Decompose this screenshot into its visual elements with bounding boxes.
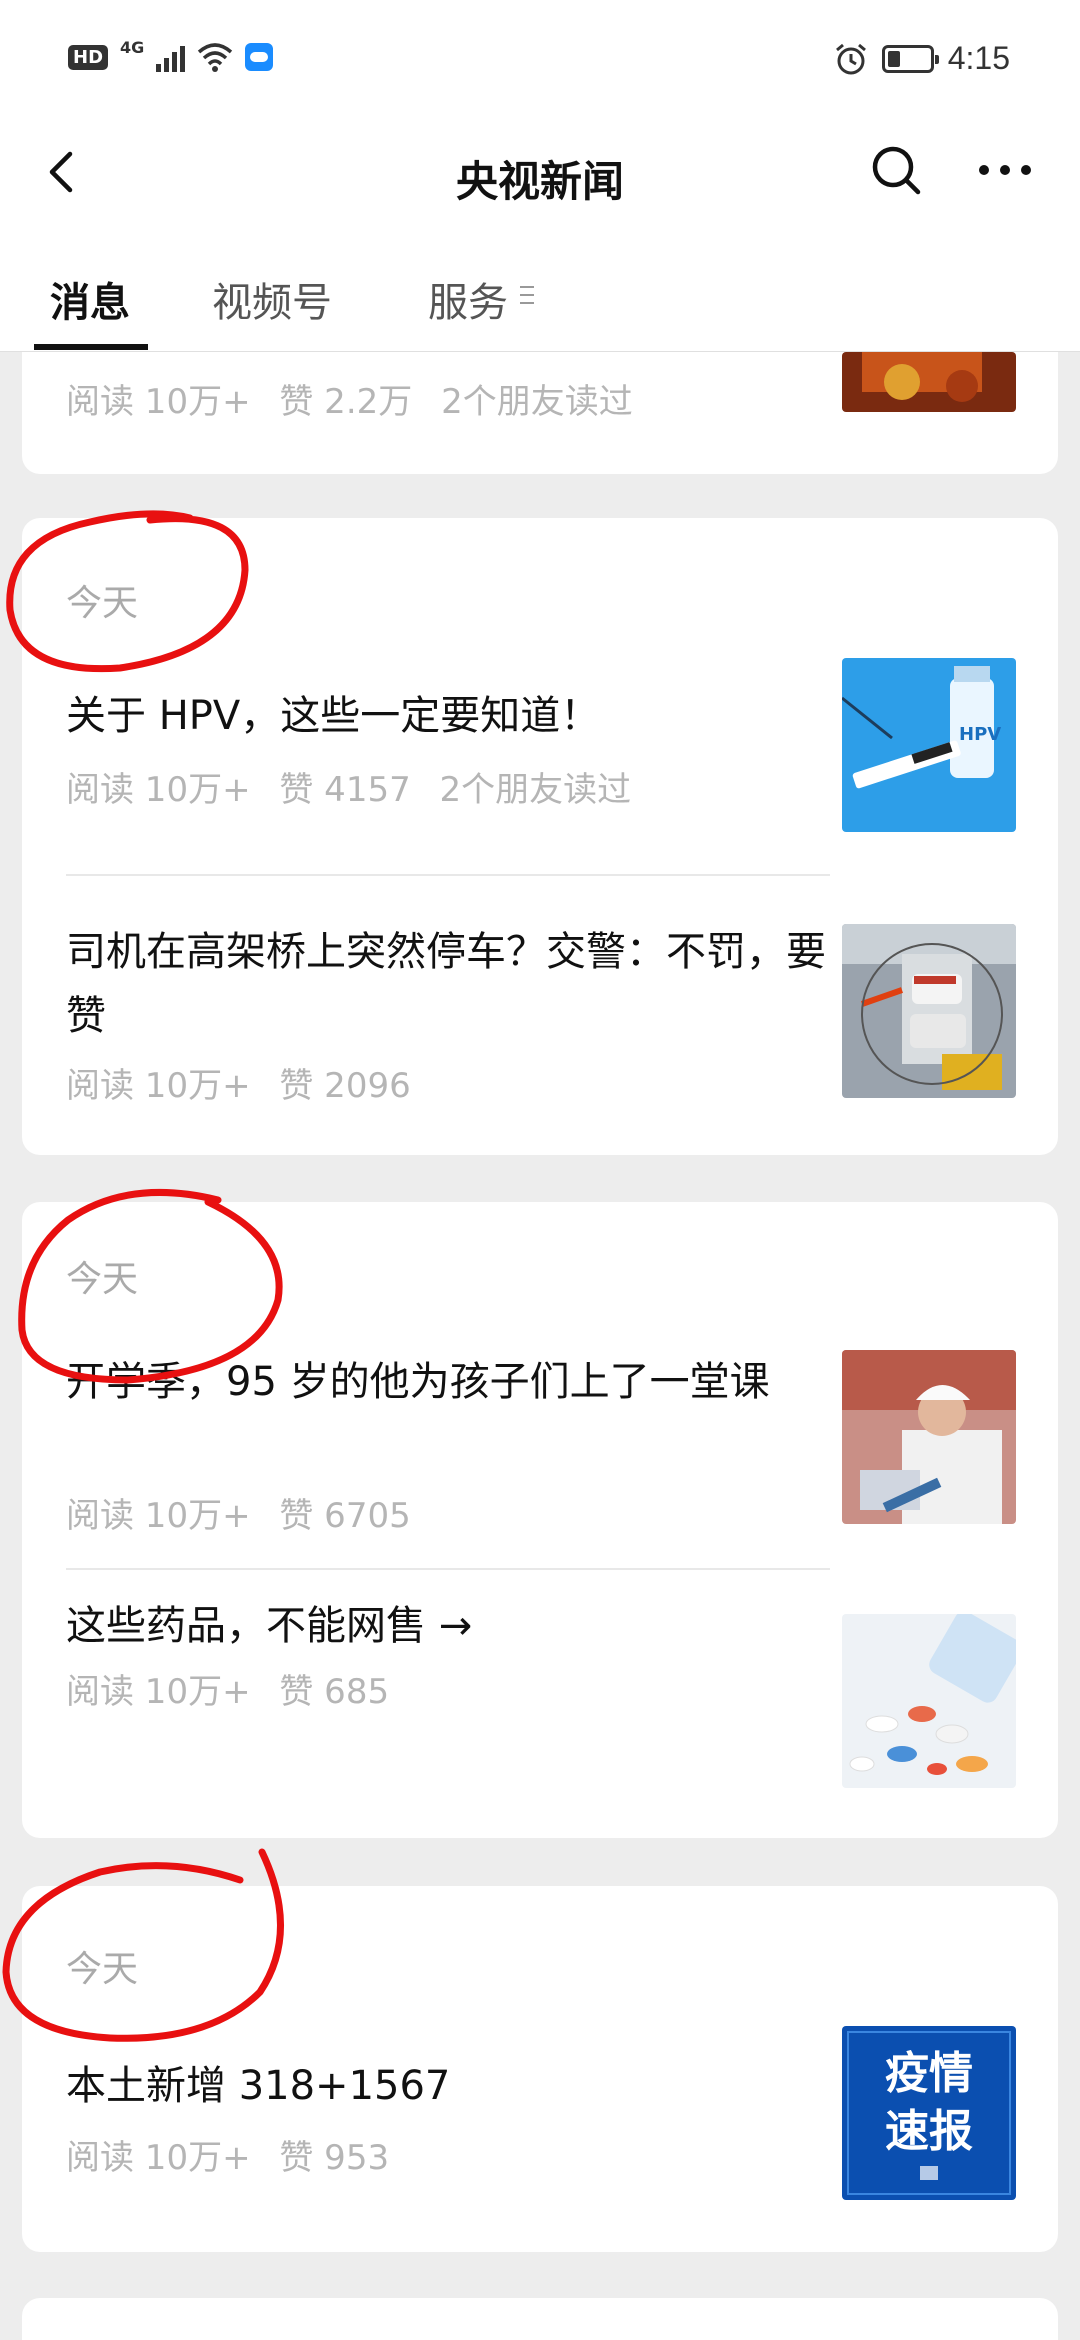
menu-lines-icon [520,286,534,304]
annotation-circle [6,510,249,673]
divider [66,1568,830,1570]
article-title[interactable]: 司机在高架桥上突然停车？交警：不罚，要赞 [66,920,826,1048]
thumb-label: 疫情 [885,2048,973,2099]
article-thumbnail-epidemic[interactable]: 疫情 速报 [842,2026,1016,2200]
like-count: 赞 4157 [279,770,411,810]
message-group-card-partial [22,2298,1058,2340]
clock-time: 4:15 [947,40,1010,76]
nav-bar: 央视新闻 [0,120,1080,230]
thumb-label: 速报 [885,2106,973,2157]
read-count: 阅读 10万+ [66,382,251,422]
read-count: 阅读 10万+ [66,2138,251,2178]
friends-read: 2个朋友读过 [441,382,633,422]
tab-channels[interactable]: 视频号 [212,270,332,328]
read-count: 阅读 10万+ [66,770,251,810]
divider [66,874,830,876]
wifi-icon [198,43,233,72]
status-bar: HD 4G 4:15 [0,0,1080,120]
network-type: 4G [120,37,145,57]
annotation-circle [18,1189,283,1384]
article-thumbnail-hpv[interactable]: HPV [842,658,1016,832]
read-count: 阅读 10万+ [66,1066,251,1106]
like-count: 赞 2.2万 [279,382,413,422]
active-tab-indicator [34,344,148,350]
article-thumbnail-teacher[interactable] [842,1350,1016,1524]
article-title[interactable]: 这些药品，不能网售 → [66,1594,826,1658]
battery-icon [881,44,939,73]
article-title[interactable]: 关于 HPV，这些一定要知道！ [66,684,826,748]
search-icon[interactable] [866,140,926,200]
signal-icon [156,42,186,72]
read-count: 阅读 10万+ [66,1496,251,1536]
annotation-circle [2,1848,284,2042]
tab-messages[interactable]: 消息 [50,270,130,328]
article-thumbnail-traffic[interactable] [842,924,1016,1098]
thumb-label: HPV [959,724,1001,745]
article-meta: 阅读 10万+ 赞 2.2万 2个朋友读过 [66,374,651,423]
article-card-partial[interactable]: 阅读 10万+ 赞 2.2万 2个朋友读过 [22,352,1058,474]
tab-services[interactable]: 服务 [428,270,508,328]
hd-badge: HD [68,44,109,70]
article-meta: 阅读 10万+ 赞 2096 [66,1058,429,1107]
article-meta: 阅读 10万+ 赞 685 [66,1664,407,1713]
tab-bar: 消息 视频号 服务 [0,230,1080,352]
like-count: 赞 2096 [279,1066,411,1106]
article-meta: 阅读 10万+ 赞 4157 2个朋友读过 [66,762,649,811]
read-count: 阅读 10万+ [66,1672,251,1712]
weather-icon [245,43,274,71]
alarm-icon [835,43,866,74]
article-meta: 阅读 10万+ 赞 953 [66,2130,407,2179]
article-meta: 阅读 10万+ 赞 6705 [66,1488,429,1537]
article-title[interactable]: 本土新增 318+1567 [66,2054,826,2118]
like-count: 赞 685 [279,1672,390,1712]
friends-read: 2个朋友读过 [439,770,632,810]
article-thumbnail[interactable] [842,352,1016,412]
more-dots-icon[interactable] [970,140,1040,200]
like-count: 赞 6705 [279,1496,411,1536]
like-count: 赞 953 [279,2138,390,2178]
article-thumbnail-pills[interactable] [842,1614,1016,1788]
